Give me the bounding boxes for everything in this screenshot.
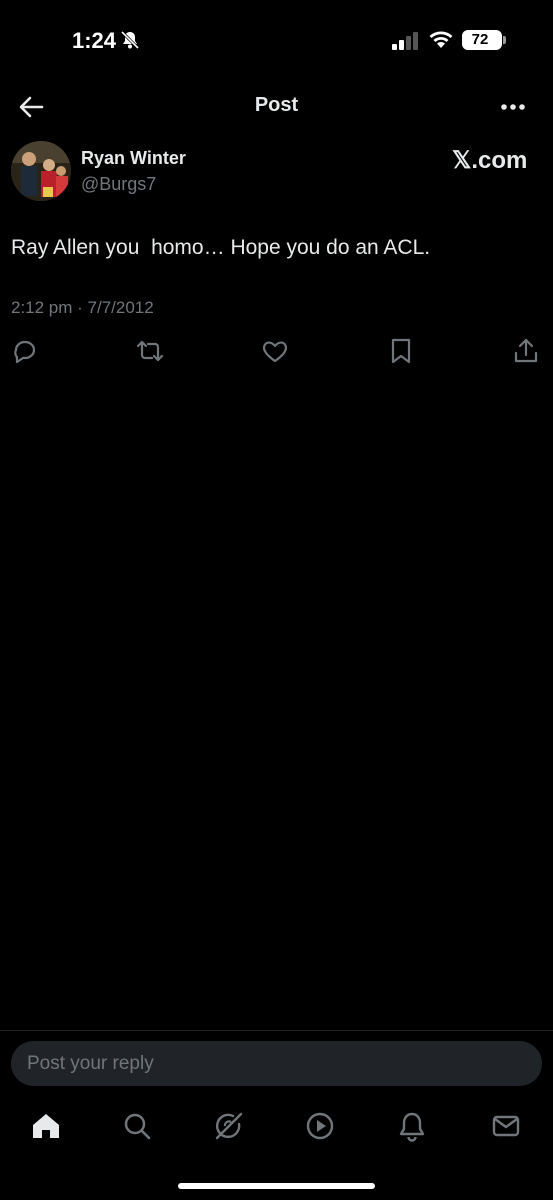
author-name[interactable]: Ryan Winter (81, 148, 186, 169)
status-bar: 1:24 72 (0, 0, 553, 80)
wifi-icon (429, 31, 453, 48)
home-indicator[interactable] (178, 1183, 375, 1189)
avatar[interactable] (11, 141, 71, 201)
home-icon[interactable] (30, 1110, 62, 1142)
cellular-signal-icon (392, 32, 418, 50)
author-handle[interactable]: @Burgs7 (81, 174, 156, 195)
search-icon[interactable] (121, 1110, 153, 1142)
bottom-navigation (0, 1100, 553, 1156)
battery-indicator: 72 (462, 30, 502, 50)
top-bar: Post (0, 80, 553, 134)
reply-input[interactable] (11, 1041, 542, 1086)
notifications-icon[interactable] (396, 1110, 428, 1142)
heart-icon[interactable] (261, 337, 289, 365)
post-text: Ray Allen you homo… Hope you do an ACL. (11, 236, 431, 259)
battery-level: 72 (471, 31, 489, 48)
divider (0, 1030, 553, 1031)
reply-icon[interactable] (11, 337, 39, 365)
post-timestamp[interactable]: 2:12 pm · 7/7/2012 (11, 298, 154, 318)
more-dots-icon[interactable] (496, 92, 530, 122)
share-icon[interactable] (512, 337, 540, 365)
bookmark-icon[interactable] (387, 337, 415, 365)
battery-nub (503, 36, 506, 44)
messages-icon[interactable] (490, 1110, 522, 1142)
post-actions (0, 337, 553, 367)
repost-icon[interactable] (136, 337, 164, 365)
brand-watermark: 𝕏.com (452, 147, 528, 174)
video-icon[interactable] (304, 1110, 336, 1142)
reply-box[interactable] (11, 1041, 542, 1086)
silent-bell-icon (120, 30, 140, 50)
grok-icon[interactable] (213, 1110, 245, 1142)
status-time: 1:24 (72, 28, 117, 53)
avatar-photo (11, 141, 71, 201)
page-title: Post (254, 94, 299, 116)
